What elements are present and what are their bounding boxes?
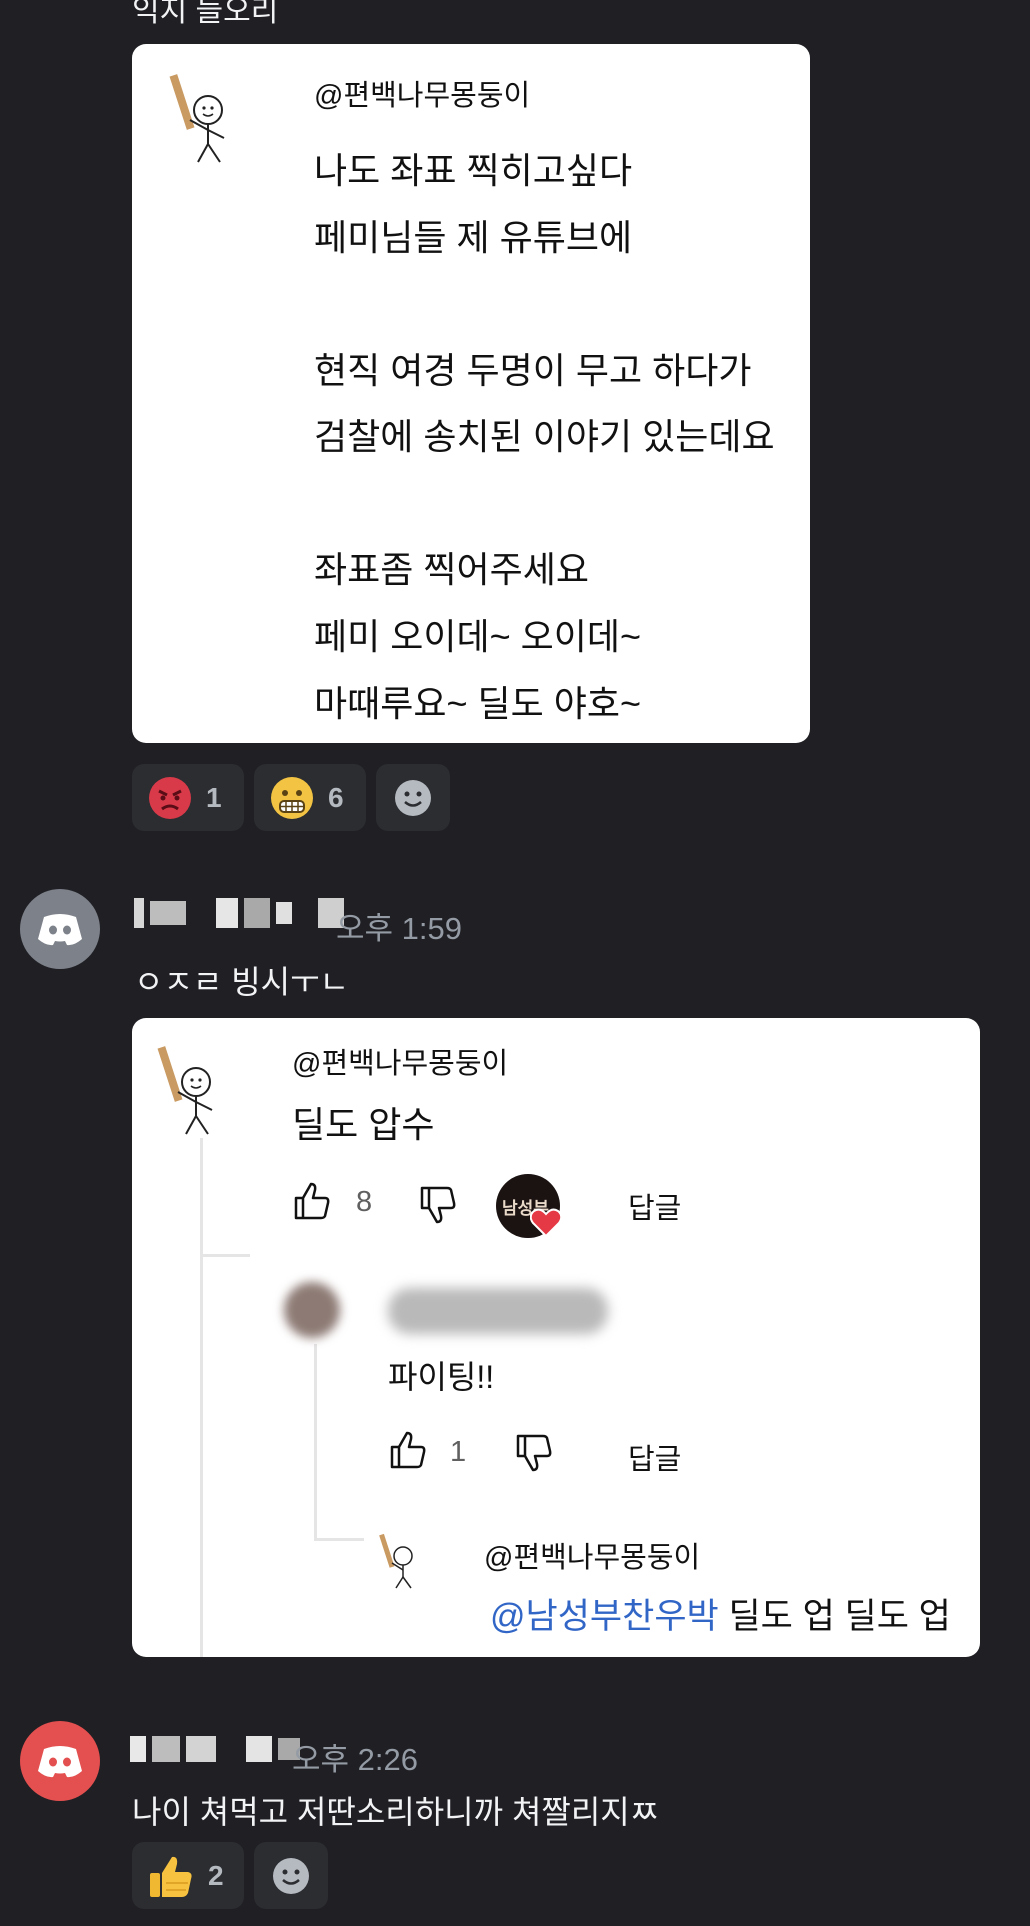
discord-logo-icon bbox=[38, 914, 82, 946]
add-reaction-button[interactable] bbox=[254, 1842, 328, 1909]
message-timestamp: 오후 2:26 bbox=[292, 1742, 418, 1777]
mention-link[interactable]: @남성부찬우박 bbox=[490, 1597, 719, 1636]
embedded-image-comments[interactable]: @편백나무몽둥이 딜도 압수 8 남성부 답글 파이팅!! 1 답글 @편백나무… bbox=[132, 1018, 980, 1657]
blurred-username bbox=[388, 1288, 608, 1334]
blurred-avatar bbox=[284, 1282, 340, 1338]
post-line: 좌표좀 찍어주세요 bbox=[314, 549, 589, 590]
embedded-image-post[interactable]: @편백나무몽둥이 나도 좌표 찍히고싶다 페미님들 제 유튜브에 현직 여경 두… bbox=[132, 44, 810, 743]
reaction-thumbs-up[interactable]: 2 bbox=[132, 1842, 244, 1909]
post-line: 페미 오이데~ 오이데~ bbox=[314, 616, 642, 657]
thumbs-up-outline-icon bbox=[294, 1182, 330, 1220]
add-emoji-icon bbox=[395, 779, 431, 816]
post-line: 검찰에 송치된 이야기 있는데요 bbox=[314, 416, 775, 457]
reply-text: @남성부찬우박 딜도 업 딜도 업 bbox=[490, 1588, 951, 1639]
thread-line bbox=[200, 1138, 203, 1657]
post-line: 페미님들 제 유튜브에 bbox=[314, 217, 633, 258]
reply-handle: @편백나무몽둥이 bbox=[484, 1542, 701, 1574]
reply-button[interactable]: 답글 bbox=[628, 1185, 681, 1227]
reaction-count: 2 bbox=[208, 1859, 224, 1891]
post-line: 나도 좌표 찍히고싶다 bbox=[314, 150, 633, 191]
heart-icon bbox=[530, 1208, 562, 1238]
cut-off-message-text: 익지 들오리 bbox=[132, 0, 279, 28]
grimacing-face-icon bbox=[271, 776, 313, 819]
reaction-count: 6 bbox=[328, 781, 344, 813]
reaction-grimacing[interactable]: 6 bbox=[254, 764, 366, 831]
comment-text: 딜도 압수 bbox=[292, 1104, 435, 1145]
message-timestamp: 오후 1:59 bbox=[336, 911, 462, 946]
creator-heart-avatar: 남성부 bbox=[496, 1174, 562, 1238]
post-line: 마때루요~ 딜도 야호~ bbox=[314, 683, 642, 724]
message-text: ㅇㅈㄹ 빙시ㅜㄴ bbox=[134, 964, 349, 1000]
post-line: 현직 여경 두명이 무고 하다가 bbox=[314, 350, 752, 391]
username-pixelated[interactable] bbox=[134, 898, 344, 928]
add-emoji-icon bbox=[273, 1857, 309, 1894]
like-count: 8 bbox=[356, 1186, 373, 1218]
reply-text: 파이팅!! bbox=[388, 1359, 495, 1395]
thumbs-down-outline-icon bbox=[420, 1186, 456, 1224]
stickman-avatar-icon bbox=[157, 1046, 213, 1135]
comment-handle: @편백나무몽둥이 bbox=[292, 1048, 509, 1080]
reply-button[interactable]: 답글 bbox=[628, 1436, 681, 1478]
reply-body: 딜도 업 딜도 업 bbox=[718, 1597, 951, 1636]
reactions-bar: 2 bbox=[132, 1842, 328, 1909]
thumbs-down-outline-icon bbox=[516, 1434, 552, 1472]
post-handle: @편백나무몽둥이 bbox=[314, 80, 531, 112]
thumbs-up-outline-icon bbox=[390, 1431, 426, 1469]
angry-face-icon bbox=[149, 776, 191, 819]
message-text: 나이 쳐먹고 저딴소리하니까 쳐짤리지ㅉ bbox=[132, 1794, 660, 1830]
reaction-count: 1 bbox=[206, 781, 222, 813]
add-reaction-button[interactable] bbox=[376, 764, 450, 831]
username-pixelated[interactable] bbox=[130, 1736, 300, 1762]
user-avatar[interactable] bbox=[20, 1721, 100, 1801]
discord-logo-icon bbox=[38, 1746, 82, 1778]
stickman-avatar-icon bbox=[379, 1533, 413, 1589]
reaction-angry[interactable]: 1 bbox=[132, 764, 244, 831]
user-avatar[interactable] bbox=[20, 889, 100, 969]
stickman-avatar-icon bbox=[169, 74, 225, 163]
like-count: 1 bbox=[450, 1436, 467, 1468]
reactions-bar: 1 6 bbox=[132, 764, 450, 831]
thumbs-up-icon bbox=[150, 1856, 192, 1897]
